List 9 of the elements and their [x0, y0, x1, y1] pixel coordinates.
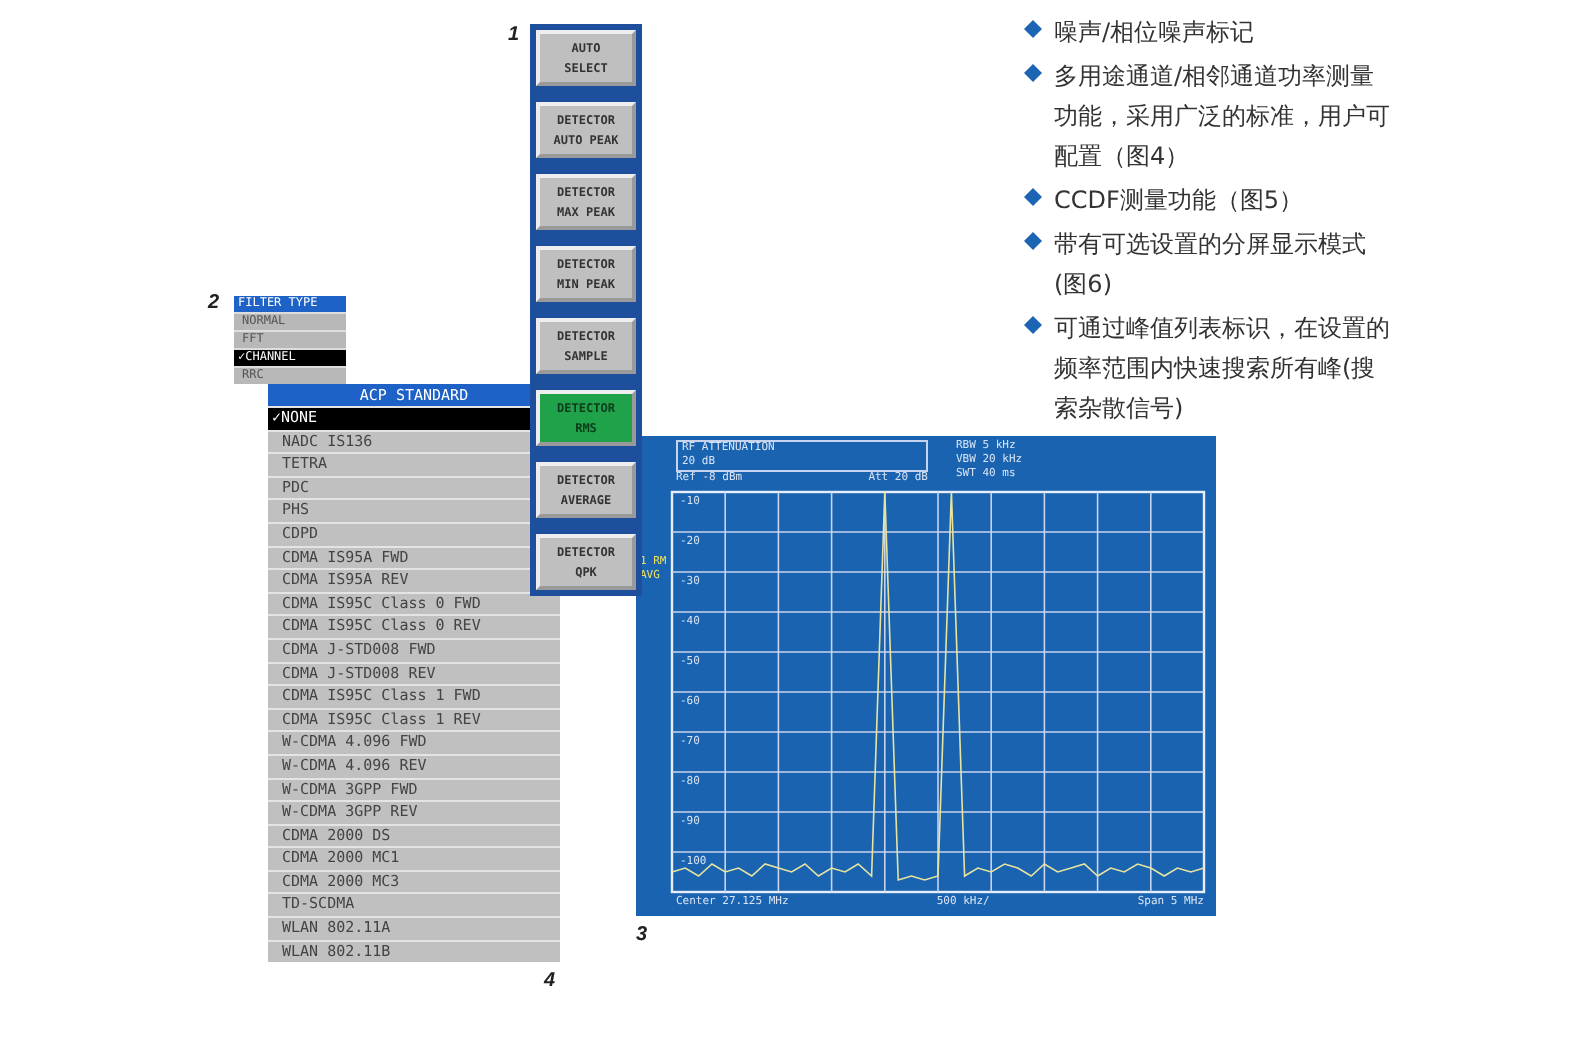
feature-text: 可通过峰值列表标识，在设置的频率范围内快速搜索所有峰(搜索杂散信号) — [1054, 312, 1392, 426]
figure-number: 2 — [208, 292, 220, 314]
feature-text: 噪声/相位噪声标记 — [1054, 16, 1257, 50]
feature-text: CCDF测量功能（图5） — [1054, 184, 1306, 218]
feature-text: 多用途通道/相邻通道功率测量功能，采用广泛的标准，用户可配置（图4） — [1054, 60, 1392, 174]
figure-number: 4 — [544, 970, 556, 992]
feature-text: 带有可选设置的分屏显示模式(图6) — [1054, 228, 1368, 302]
figure-number: 1 — [508, 24, 520, 46]
figure-number: 3 — [636, 924, 648, 946]
